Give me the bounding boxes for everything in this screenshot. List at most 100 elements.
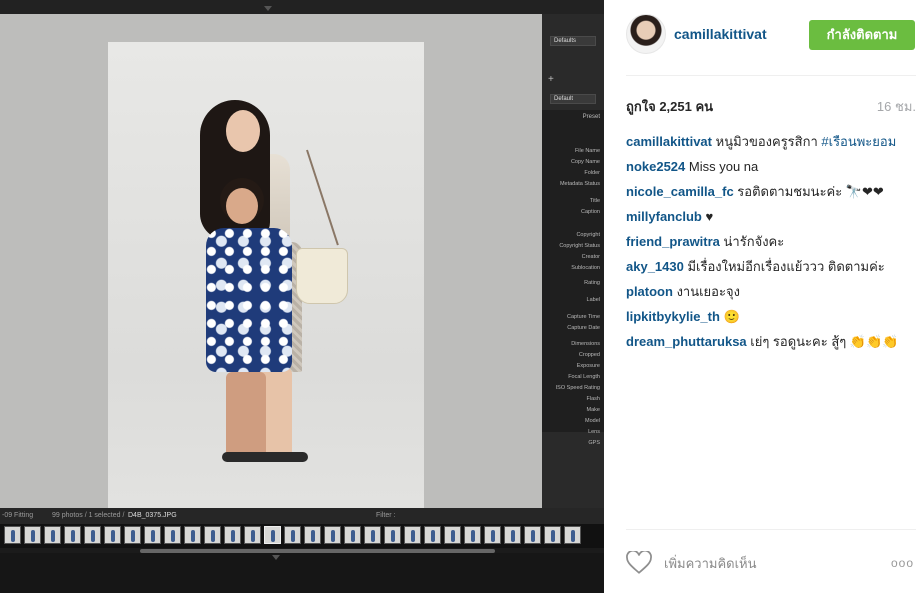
filmstrip-thumbnail[interactable]	[544, 526, 561, 544]
comment-username[interactable]: dream_phuttaruksa	[626, 334, 747, 349]
filmstrip-thumbnail[interactable]	[164, 526, 181, 544]
comment-text: Miss you na	[688, 159, 759, 174]
caption-text: หนูมิวของครูรสิกา	[715, 134, 818, 149]
woman-face	[226, 110, 260, 152]
metadata-label: Model	[585, 418, 600, 424]
filmstrip-thumbnail[interactable]	[364, 526, 381, 544]
filmstrip-thumbnail[interactable]	[84, 526, 101, 544]
comment: aky_1430 มีเรื่องใหม่อีกเรื่องแย้ววว ติด…	[626, 257, 916, 276]
photo-count: 99 photos / 1 selected /	[52, 512, 125, 519]
metadata-label: Flash	[586, 396, 600, 402]
post-header: camillakittivat กำลังติดตาม	[626, 14, 916, 56]
post-time[interactable]: 16 ชม.	[877, 96, 916, 117]
post-sidebar: camillakittivat กำลังติดตาม ถูกใจ 2,251 …	[604, 0, 922, 593]
comment-text: น่ารักจังคะ	[723, 234, 785, 249]
following-button[interactable]: กำลังติดตาม	[809, 20, 915, 50]
footer-divider	[626, 529, 916, 530]
comment-username[interactable]: millyfanclub	[626, 209, 702, 224]
metadata-list: Preset File Name Copy Name Folder Metadata …	[542, 110, 604, 446]
heart-icon[interactable]	[626, 551, 652, 575]
filmstrip-thumbnail[interactable]	[264, 526, 281, 544]
comment: noke2524 Miss you na	[626, 157, 916, 176]
add-icon: +	[548, 74, 554, 85]
develop-panel: Defaults + Default Preset File Name Copy …	[542, 14, 604, 508]
bag-strap	[306, 149, 339, 246]
filmstrip-thumbnail[interactable]	[204, 526, 221, 544]
post-photo[interactable]: Defaults + Default Preset File Name Copy …	[0, 0, 604, 593]
filmstrip-thumbnail[interactable]	[484, 526, 501, 544]
caption-username[interactable]: camillakittivat	[626, 134, 712, 149]
filmstrip-thumbnail[interactable]	[144, 526, 161, 544]
filmstrip-thumbnail[interactable]	[244, 526, 261, 544]
filmstrip-thumbnail[interactable]	[304, 526, 321, 544]
filmstrip	[0, 524, 604, 548]
metadata-label: ISO Speed Rating	[555, 385, 600, 391]
filter-label: Filter :	[376, 512, 396, 519]
caption: camillakittivat หนูมิวของครูรสิกา #เรือน…	[626, 132, 916, 151]
comment-username[interactable]: platoon	[626, 284, 673, 299]
preset-select-1: Defaults	[550, 36, 596, 46]
header-divider	[626, 75, 916, 76]
filmstrip-thumbnail[interactable]	[324, 526, 341, 544]
add-comment-input[interactable]: เพิ่มความคิดเห็น	[664, 553, 757, 574]
filmstrip-thumbnail[interactable]	[564, 526, 581, 544]
monitor-bezel-bottom	[0, 553, 604, 593]
metadata-label: Metadata Status	[559, 181, 600, 187]
comment-list: camillakittivat หนูมิวของครูรสิกา #เรือน…	[626, 132, 916, 357]
filmstrip-status-bar: -09 Fitting 99 photos / 1 selected / D4B…	[0, 508, 604, 524]
loupe-image	[108, 42, 424, 508]
metadata-label: Sublocation	[571, 265, 600, 271]
preset-select-2: Default	[550, 94, 596, 104]
comment-username[interactable]: noke2524	[626, 159, 685, 174]
filmstrip-thumbnail[interactable]	[424, 526, 441, 544]
filmstrip-thumbnail[interactable]	[464, 526, 481, 544]
comment-text: งานเยอะจุง	[676, 284, 740, 299]
metadata-label: Lens	[588, 429, 600, 435]
filmstrip-thumbnail[interactable]	[4, 526, 21, 544]
metadata-label: Folder	[584, 170, 600, 176]
shoes	[222, 452, 308, 462]
girl-legs	[226, 372, 266, 458]
comment-username[interactable]: nicole_camilla_fc	[626, 184, 734, 199]
filmstrip-thumbnail[interactable]	[124, 526, 141, 544]
filmstrip-thumbnail[interactable]	[404, 526, 421, 544]
collapse-top-arrow-icon	[264, 6, 272, 11]
filmstrip-thumbnail[interactable]	[284, 526, 301, 544]
filmstrip-thumbnail[interactable]	[104, 526, 121, 544]
filmstrip-thumbnail[interactable]	[384, 526, 401, 544]
metadata-label: Caption	[581, 209, 600, 215]
comment-text: รอติดตามชมนะค่ะ 🔭❤❤	[737, 184, 884, 199]
selected-filename: D4B_0375.JPG	[128, 512, 177, 519]
more-options-icon[interactable]: ooo	[891, 556, 914, 570]
metadata-label: Capture Date	[567, 325, 600, 331]
post-username[interactable]: camillakittivat	[674, 26, 767, 42]
metadata-label: Creator	[581, 254, 600, 260]
filmstrip-thumbnail[interactable]	[44, 526, 61, 544]
filmstrip-thumbnail[interactable]	[344, 526, 361, 544]
handbag	[296, 248, 348, 304]
avatar[interactable]	[626, 14, 666, 54]
metadata-label: Rating	[584, 280, 600, 286]
comment: lipkitbykylie_th 🙂	[626, 307, 916, 326]
collapse-bottom-arrow-icon	[272, 555, 280, 560]
comment-username[interactable]: lipkitbykylie_th	[626, 309, 720, 324]
girl-face	[226, 188, 258, 224]
monitor-bezel-top	[0, 0, 604, 14]
likes-count[interactable]: ถูกใจ 2,251 คน	[626, 96, 713, 117]
filmstrip-thumbnail[interactable]	[504, 526, 521, 544]
filmstrip-thumbnail[interactable]	[224, 526, 241, 544]
filmstrip-thumbnail[interactable]	[64, 526, 81, 544]
comment-text: ♥	[705, 209, 714, 224]
metadata-label: Make	[586, 407, 600, 413]
comment-username[interactable]: friend_prawitra	[626, 234, 720, 249]
comment: platoon งานเยอะจุง	[626, 282, 916, 301]
comment-text: มีเรื่องใหม่อีกเรื่องแย้ววว ติดตามค่ะ	[687, 259, 885, 274]
filmstrip-thumbnail[interactable]	[24, 526, 41, 544]
filmstrip-thumbnail[interactable]	[184, 526, 201, 544]
comment-username[interactable]: aky_1430	[626, 259, 684, 274]
filmstrip-thumbnail[interactable]	[524, 526, 541, 544]
caption-hashtag[interactable]: #เรือนพะยอม	[821, 134, 896, 149]
filmstrip-thumbnail[interactable]	[444, 526, 461, 544]
preset-header: Preset	[582, 114, 600, 120]
metadata-label: File Name	[574, 148, 600, 154]
